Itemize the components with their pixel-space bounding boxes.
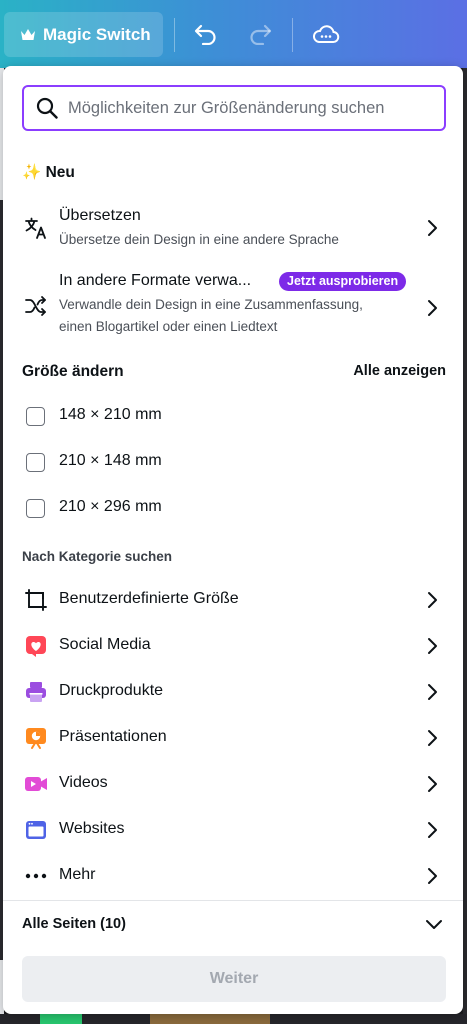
- search-icon: [36, 97, 58, 119]
- shuffle-icon: [25, 296, 46, 316]
- chevron-right-icon: [428, 592, 437, 608]
- undo-icon[interactable]: [192, 20, 220, 48]
- chevron-right-icon: [428, 868, 437, 884]
- website-icon: [26, 821, 46, 839]
- cloud-save-icon[interactable]: [312, 20, 340, 48]
- category-label: Websites: [59, 820, 125, 837]
- category-item-print[interactable]: Druckprodukte: [3, 677, 463, 709]
- chevron-right-icon: [428, 730, 437, 746]
- custom-size-icon: [25, 589, 47, 611]
- convert-formats-title: In andere Formate verwa...: [59, 272, 252, 289]
- new-section-title: ✨ Neu: [22, 164, 75, 181]
- category-item-websites[interactable]: Websites: [3, 815, 463, 847]
- size-label: 148 × 210 mm: [59, 406, 162, 423]
- category-item-custom-size[interactable]: Benutzerdefinierte Größe: [3, 585, 463, 617]
- size-option[interactable]: 210 × 148 mm: [3, 449, 463, 479]
- footer-divider: [3, 900, 463, 901]
- size-checkbox[interactable]: [26, 499, 45, 518]
- canvas-background: [463, 68, 467, 1024]
- toolbar-divider: [292, 18, 293, 52]
- category-item-more[interactable]: Mehr: [3, 861, 463, 893]
- chevron-right-icon: [428, 300, 437, 316]
- all-pages-label[interactable]: Alle Seiten (10): [22, 916, 126, 932]
- category-label: Mehr: [59, 866, 96, 883]
- category-label: Benutzerdefinierte Größe: [59, 590, 239, 607]
- category-item-social-media[interactable]: Social Media: [3, 631, 463, 663]
- presentation-icon: [26, 728, 46, 749]
- resize-panel: ✨ Neu Übersetzen Übersetze dein Design i…: [3, 66, 463, 1014]
- search-input[interactable]: [68, 98, 428, 118]
- printer-icon: [26, 682, 46, 702]
- continue-button[interactable]: Weiter: [22, 956, 446, 1002]
- category-label: Social Media: [59, 636, 151, 653]
- category-item-presentations[interactable]: Präsentationen: [3, 723, 463, 755]
- size-checkbox[interactable]: [26, 407, 45, 426]
- magic-switch-button[interactable]: Magic Switch: [4, 12, 163, 57]
- video-icon: [25, 777, 47, 791]
- chevron-right-icon: [428, 220, 437, 236]
- chevron-right-icon: [428, 638, 437, 654]
- size-option[interactable]: 210 × 296 mm: [3, 495, 463, 525]
- magic-switch-label: Magic Switch: [43, 24, 151, 44]
- resize-section-title: Größe ändern: [22, 363, 124, 380]
- top-toolbar: Magic Switch: [0, 0, 467, 68]
- convert-formats-description-line1: Verwandle dein Design in eine Zusammenfa…: [59, 297, 363, 312]
- convert-formats-description-line2: einen Blogartikel oder einen Liedtext: [59, 319, 278, 334]
- chevron-right-icon: [428, 776, 437, 792]
- toolbar-divider: [174, 18, 175, 52]
- canvas-background: [0, 1014, 467, 1024]
- translate-icon: [25, 217, 46, 239]
- chevron-down-icon[interactable]: [424, 919, 444, 931]
- translate-option[interactable]: Übersetzen Übersetze dein Design in eine…: [3, 204, 463, 254]
- crown-icon: [21, 28, 35, 40]
- more-dots-icon: [25, 873, 47, 879]
- convert-formats-option[interactable]: In andere Formate verwa... Jetzt ausprob…: [3, 272, 463, 342]
- try-now-badge: Jetzt ausprobieren: [279, 272, 407, 291]
- translate-title: Übersetzen: [59, 207, 141, 224]
- redo-icon[interactable]: [246, 20, 274, 48]
- category-section-title: Nach Kategorie suchen: [22, 549, 173, 564]
- size-label: 210 × 296 mm: [59, 498, 162, 515]
- see-all-link[interactable]: Alle anzeigen: [353, 363, 446, 379]
- category-label: Druckprodukte: [59, 682, 164, 699]
- chevron-right-icon: [428, 684, 437, 700]
- category-label: Videos: [59, 774, 108, 791]
- chevron-right-icon: [428, 822, 437, 838]
- size-checkbox[interactable]: [26, 453, 45, 472]
- translate-description: Übersetze dein Design in eine andere Spr…: [59, 232, 339, 247]
- size-option[interactable]: 148 × 210 mm: [3, 403, 463, 433]
- size-label: 210 × 148 mm: [59, 452, 162, 469]
- search-box[interactable]: [22, 85, 446, 131]
- category-label: Präsentationen: [59, 728, 167, 745]
- category-item-videos[interactable]: Videos: [3, 769, 463, 801]
- heart-icon: [26, 636, 46, 657]
